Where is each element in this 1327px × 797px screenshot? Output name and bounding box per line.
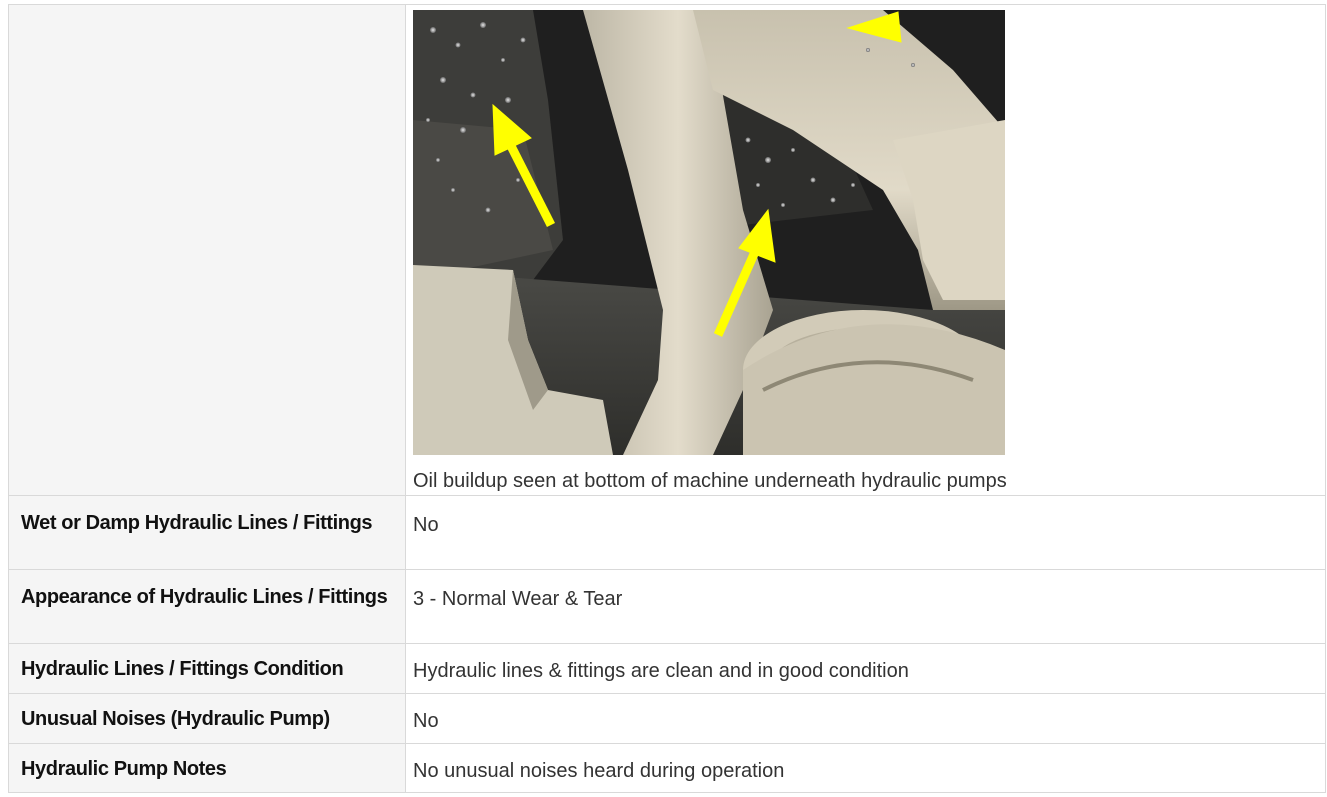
row-value-text: 3 - Normal Wear & Tear xyxy=(413,588,623,610)
table-row: Appearance of Hydraulic Lines / Fittings… xyxy=(8,569,1326,644)
row-value: No unusual noises heard during operation xyxy=(405,743,1326,793)
row-label: Appearance of Hydraulic Lines / Fittings xyxy=(8,569,406,644)
row-label-text: Appearance of Hydraulic Lines / Fittings xyxy=(21,586,388,608)
row-label-text: Hydraulic Pump Notes xyxy=(21,758,227,780)
row-value-text: No xyxy=(413,514,439,536)
table-row: Unusual Noises (Hydraulic Pump) No xyxy=(8,693,1326,744)
table-row: Wet or Damp Hydraulic Lines / Fittings N… xyxy=(8,495,1326,570)
row-value: 3 - Normal Wear & Tear xyxy=(405,569,1326,644)
row-value-text: No unusual noises heard during operation xyxy=(413,760,785,782)
photo-label-cell xyxy=(8,4,406,496)
row-label-text: Wet or Damp Hydraulic Lines / Fittings xyxy=(21,512,373,534)
photo-row: Oil buildup seen at bottom of machine un… xyxy=(8,4,1326,496)
row-label: Wet or Damp Hydraulic Lines / Fittings xyxy=(8,495,406,570)
row-label: Unusual Noises (Hydraulic Pump) xyxy=(8,693,406,744)
row-label-text: Hydraulic Lines / Fittings Condition xyxy=(21,658,344,680)
row-value-text: Hydraulic lines & fittings are clean and… xyxy=(413,660,909,682)
row-value: Hydraulic lines & fittings are clean and… xyxy=(405,643,1326,694)
row-value-text: No xyxy=(413,710,439,732)
row-value: No xyxy=(405,495,1326,570)
photo-value-cell: Oil buildup seen at bottom of machine un… xyxy=(405,4,1326,496)
table-row: Hydraulic Lines / Fittings Condition Hyd… xyxy=(8,643,1326,694)
row-label-text: Unusual Noises (Hydraulic Pump) xyxy=(21,708,330,730)
inspection-table: Oil buildup seen at bottom of machine un… xyxy=(8,4,1326,793)
row-label: Hydraulic Lines / Fittings Condition xyxy=(8,643,406,694)
table-row: Hydraulic Pump Notes No unusual noises h… xyxy=(8,743,1326,793)
inspection-photo[interactable] xyxy=(413,10,1005,455)
row-value: No xyxy=(405,693,1326,744)
photo-caption: Oil buildup seen at bottom of machine un… xyxy=(413,470,1007,492)
row-label: Hydraulic Pump Notes xyxy=(8,743,406,793)
photo-illustration xyxy=(413,10,1005,455)
